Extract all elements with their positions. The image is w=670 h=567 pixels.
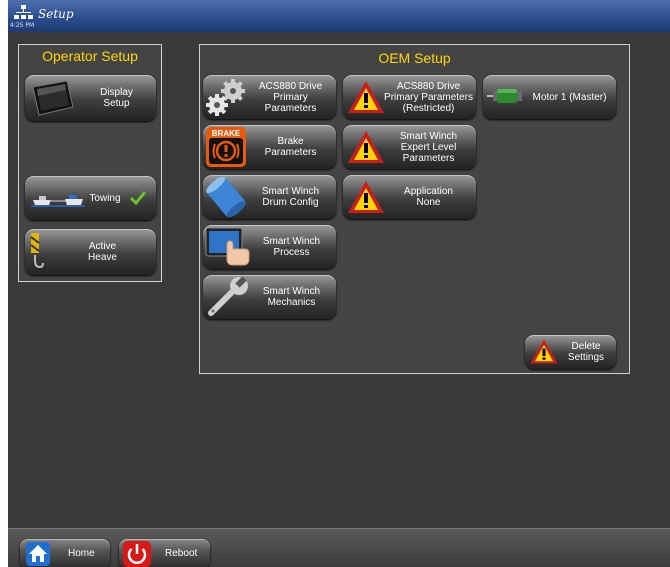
warning-icon (530, 339, 558, 364)
acs880-primary-label-2: Primary Parameters (264, 91, 317, 114)
power-icon (123, 541, 151, 567)
home-icon (26, 542, 50, 566)
motor-1-master-button[interactable]: Motor 1 (Master) (483, 75, 616, 119)
drum-config-label-2: Drum Config (262, 197, 319, 208)
delete-settings-label-1: Delete (571, 341, 601, 352)
acs880-restricted-parameters-button[interactable]: ACS880 Drive Primary Parameters (Restric… (343, 75, 476, 119)
brake-label-2: Parameters (264, 147, 317, 158)
acs880-primary-parameters-button[interactable]: ACS880 Drive Primary Parameters (203, 75, 336, 119)
brake-icon: BRAKE (206, 127, 246, 167)
application-label-1: Application (404, 186, 453, 197)
process-label-2: Process (273, 247, 310, 258)
active-heave-button[interactable]: Active Heave (25, 229, 156, 275)
crane-hook-icon (30, 233, 44, 269)
wrench-icon (208, 277, 248, 316)
smart-winch-drum-config-button[interactable]: Smart Winch Drum Config (203, 175, 336, 219)
warning-icon (348, 131, 384, 163)
acs880-restricted-label-1: ACS880 Drive (396, 80, 461, 92)
delete-settings-button[interactable]: Delete Settings (525, 335, 616, 369)
operator-setup-title: Operator Setup (42, 48, 138, 64)
reboot-button[interactable]: Reboot (119, 539, 210, 567)
acs880-restricted-label-3: (Restricted) (402, 102, 455, 114)
motor-label: Motor 1 (Master) (532, 91, 607, 103)
title-bar: Setup 4:25 PM (8, 0, 670, 32)
clock-time: 4:25 PM (10, 22, 35, 29)
display-setup-label-2: Setup (103, 98, 130, 109)
mechanics-label-1: Smart Winch (262, 286, 321, 297)
drum-icon (206, 177, 246, 217)
tablet-icon (32, 80, 74, 116)
brake-badge-text: BRAKE (212, 129, 241, 138)
acs880-restricted-label-2: Primary Parameters (384, 91, 473, 103)
expert-label-1: Smart Winch (399, 130, 458, 142)
application-button[interactable]: Application None (343, 175, 476, 219)
mechanics-label-2: Mechanics (267, 297, 316, 308)
footer-bar: Home Reboot (8, 528, 670, 567)
reboot-label: Reboot (165, 548, 198, 559)
towing-button[interactable]: Towing (25, 176, 156, 220)
oem-setup-panel: OEM Setup ACS880 Drive Primary Parameter… (199, 44, 630, 374)
expert-label-2: Expert Level (400, 141, 457, 153)
touch-screen-icon (205, 227, 250, 266)
delete-settings-label-2: Settings (567, 352, 605, 363)
hierarchy-icon (14, 5, 33, 19)
smart-winch-process-button[interactable]: Smart Winch Process (203, 225, 336, 269)
display-setup-button[interactable]: Display Setup (25, 75, 156, 121)
drum-config-label-1: Smart Winch (261, 186, 320, 197)
smart-winch-mechanics-button[interactable]: Smart Winch Mechanics (203, 275, 336, 319)
process-label-1: Smart Winch (262, 236, 321, 247)
brake-label-1: Brake (277, 136, 304, 147)
operator-setup-panel: Operator Setup Display Setup Towing Acti… (18, 44, 162, 282)
motor-icon (487, 89, 522, 103)
home-label: Home (68, 548, 95, 559)
display-setup-label-1: Display (100, 87, 133, 98)
setup-window: Setup 4:25 PM Operator Setup Display Set… (8, 0, 670, 567)
window-title: Setup (38, 7, 74, 21)
warning-icon (348, 181, 384, 213)
application-label-2: None (416, 197, 441, 208)
gears-icon (206, 79, 245, 116)
towing-ship-icon (31, 195, 85, 207)
smart-winch-expert-parameters-button[interactable]: Smart Winch Expert Level Parameters (343, 125, 476, 169)
check-icon (129, 191, 147, 206)
active-heave-label-2: Heave (88, 252, 117, 263)
acs880-primary-label-1: ACS880 Drive (258, 80, 323, 92)
expert-label-3: Parameters (402, 152, 455, 164)
warning-icon (348, 81, 384, 113)
oem-setup-title: OEM Setup (378, 50, 451, 66)
brake-parameters-button[interactable]: BRAKE Brake Parameters (203, 125, 336, 169)
towing-label: Towing (89, 192, 121, 204)
home-button[interactable]: Home (20, 539, 110, 567)
active-heave-label-1: Active (88, 241, 117, 252)
